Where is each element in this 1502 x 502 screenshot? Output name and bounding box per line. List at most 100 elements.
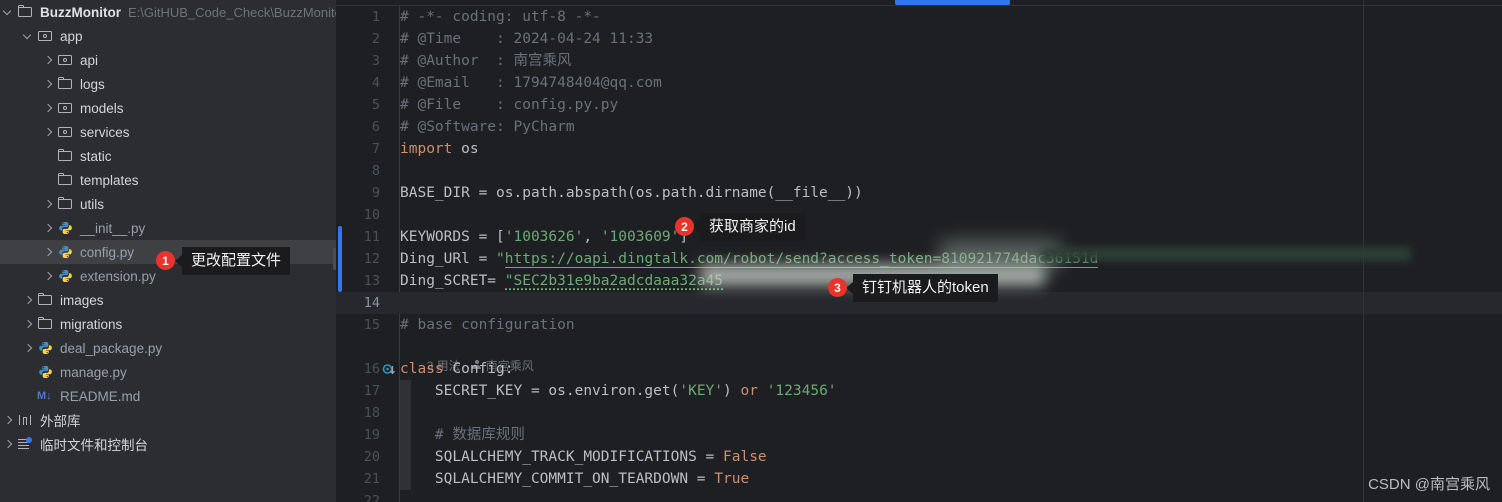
code-vision-usages[interactable]: 3 用法 南宫乘风 <box>336 336 1502 373</box>
code-fold-icon[interactable] <box>382 362 396 376</box>
line-number: 12 <box>363 251 380 267</box>
tree-item-managepy[interactable]: manage.py <box>0 360 336 384</box>
line-number: 15 <box>363 317 380 333</box>
tree-item-label: manage.py <box>60 364 127 380</box>
tree-item-services[interactable]: services <box>0 120 336 144</box>
tree-item-label: models <box>80 100 124 116</box>
tree-item-api[interactable]: api <box>0 48 336 72</box>
chevron-right-icon[interactable] <box>22 342 34 354</box>
chevron-right-icon[interactable] <box>42 222 54 234</box>
python-file-icon <box>57 268 74 284</box>
tree-item-models[interactable]: models <box>0 96 336 120</box>
code-line[interactable]: 20 SQLALCHEMY_TRACK_MODIFICATIONS = Fals… <box>336 446 1502 468</box>
code-line[interactable]: 16 class Config: <box>336 358 1502 380</box>
code-line[interactable]: 3 # @Author : 南宫乘风 <box>336 50 1502 72</box>
code-line[interactable]: 8 <box>336 160 1502 182</box>
line-number: 9 <box>371 185 380 201</box>
line-number: 4 <box>371 75 380 91</box>
tree-item-label: config.py <box>80 244 135 260</box>
code-token: ) <box>723 383 741 399</box>
chevron-right-icon[interactable] <box>42 270 54 282</box>
package-folder-icon <box>37 28 54 44</box>
chevron-right-icon[interactable] <box>2 438 14 450</box>
code-token: Ding_URl = <box>400 251 497 267</box>
line-number: 13 <box>363 273 380 289</box>
tree-item-label: logs <box>80 76 105 92</box>
tree-item-[interactable]: 临时文件和控制台 <box>0 432 336 456</box>
tree-item-label: app <box>60 28 83 44</box>
annotation-badge: 3 <box>828 278 847 297</box>
code-token: SQLALCHEMY_COMMIT_ON_TEARDOWN = <box>400 471 715 487</box>
code-line[interactable]: 18 <box>336 402 1502 424</box>
chevron-right-icon[interactable] <box>42 102 54 114</box>
code-line[interactable]: 11 KEYWORDS = ['1003626', '1003609'] <box>336 226 1502 248</box>
folder-icon <box>57 196 74 212</box>
chevron-right-icon[interactable] <box>22 318 34 330</box>
tree-item-READMEmd[interactable]: M↓ README.md <box>0 384 336 408</box>
chevron-right-icon[interactable] <box>22 294 34 306</box>
tree-item-utils[interactable]: utils <box>0 192 336 216</box>
scratches-icon <box>17 436 34 452</box>
line-number: 17 <box>363 383 380 399</box>
line-number: 3 <box>371 53 380 69</box>
code-token: , <box>583 229 601 245</box>
code-line[interactable]: 15 # base configuration <box>336 314 1502 336</box>
code-line[interactable]: 5 # @File : config.py.py <box>336 94 1502 116</box>
tree-item-[interactable]: 外部库 <box>0 408 336 432</box>
code-line[interactable]: 9 BASE_DIR = os.path.abspath(os.path.dirn… <box>336 182 1502 204</box>
code-line[interactable]: 22 <box>336 490 1502 502</box>
project-name: BuzzMonitor <box>40 4 121 20</box>
chevron-right-icon[interactable] <box>42 54 54 66</box>
chevron-down-icon[interactable] <box>22 30 34 42</box>
code-line-text: SQLALCHEMY_COMMIT_ON_TEARDOWN = True <box>400 468 749 490</box>
code-token: # @Time : 2024-04-24 11:33 <box>400 31 654 47</box>
tree-item-__init__py[interactable]: __init__.py <box>0 216 336 240</box>
line-number: 5 <box>371 97 380 113</box>
code-line[interactable]: 17 SECRET_KEY = os.environ.get('KEY') or… <box>336 380 1502 402</box>
project-tree-items: app api logs models services static templates u… <box>0 24 336 456</box>
tree-item-logs[interactable]: logs <box>0 72 336 96</box>
chevron-right-icon[interactable] <box>2 414 14 426</box>
code-line-text: class Config: <box>400 358 514 380</box>
chevron-right-icon[interactable] <box>42 126 54 138</box>
project-path: E:\GitHUB_Code_Check\BuzzMonitor <box>127 4 336 20</box>
python-file-icon <box>37 364 54 380</box>
code-token: # @Email : 1794748404@qq.com <box>400 75 662 91</box>
code-line-text: SQLALCHEMY_TRACK_MODIFICATIONS = False <box>400 446 767 468</box>
line-number: 22 <box>363 493 380 502</box>
code-token: os <box>452 141 479 157</box>
chevron-right-icon[interactable] <box>42 198 54 210</box>
chevron-right-icon[interactable] <box>42 246 54 258</box>
code-token: KEYWORDS = [ <box>400 229 505 245</box>
code-line[interactable]: 1 # -*- coding: utf-8 -*- <box>336 6 1502 28</box>
code-line[interactable]: 19 # 数据库规则 <box>336 424 1502 446</box>
folder-icon <box>57 148 74 164</box>
code-line[interactable]: 21 SQLALCHEMY_COMMIT_ON_TEARDOWN = True <box>336 468 1502 490</box>
code-line[interactable]: 6 # @Software: PyCharm <box>336 116 1502 138</box>
code-token: '1003626' <box>504 229 584 245</box>
tree-item-migrations[interactable]: migrations <box>0 312 336 336</box>
code-line-text: import os <box>400 138 479 160</box>
code-line[interactable]: 7 import os <box>336 138 1502 160</box>
project-root-row[interactable]: BuzzMonitor E:\GitHUB_Code_Check\BuzzMon… <box>0 0 336 24</box>
chevron-down-icon[interactable] <box>2 6 14 18</box>
code-line[interactable]: 4 # @Email : 1794748404@qq.com <box>336 72 1502 94</box>
tree-item-app[interactable]: app <box>0 24 336 48</box>
folder-icon <box>37 292 54 308</box>
code-line-text: # base configuration <box>400 314 575 336</box>
code-line-text: # @Software: PyCharm <box>400 116 575 138</box>
tree-item-label: images <box>60 292 104 308</box>
line-number: 14 <box>363 295 380 311</box>
tree-item-templates[interactable]: templates <box>0 168 336 192</box>
code-line[interactable]: 2 # @Time : 2024-04-24 11:33 <box>336 28 1502 50</box>
code-token: # @Author : 南宫乘风 <box>400 53 572 69</box>
chevron-right-icon[interactable] <box>42 78 54 90</box>
code-line-text: KEYWORDS = ['1003626', '1003609'] <box>400 226 688 248</box>
tree-item-images[interactable]: images <box>0 288 336 312</box>
tree-item-deal_packagepy[interactable]: deal_package.py <box>0 336 336 360</box>
python-file-icon <box>57 220 74 236</box>
tree-item-static[interactable]: static <box>0 144 336 168</box>
code-line[interactable]: 10 <box>336 204 1502 226</box>
pycharm-window: BuzzMonitor E:\GitHUB_Code_Check\BuzzMon… <box>0 0 1502 502</box>
